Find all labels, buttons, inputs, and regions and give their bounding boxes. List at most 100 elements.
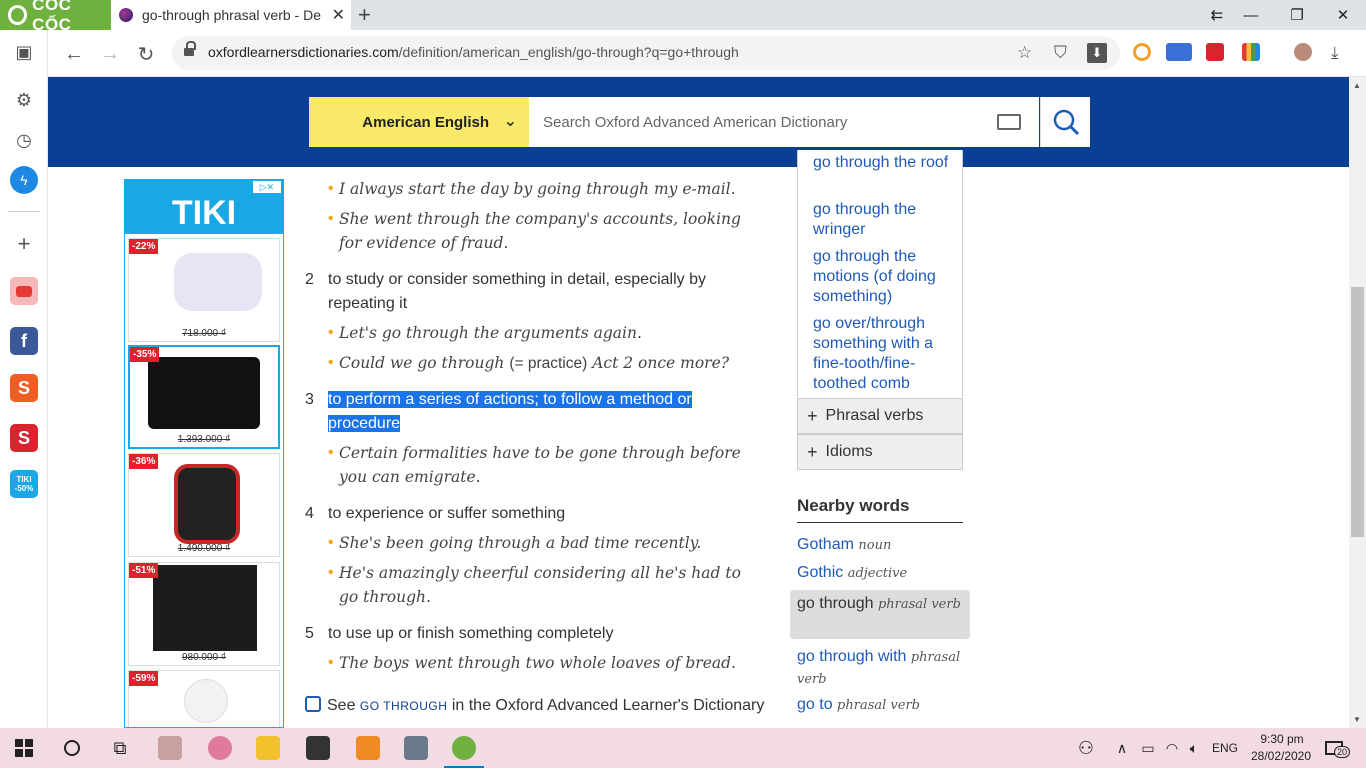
nearby-word-current-label[interactable]: go through phrasal verb bbox=[797, 593, 963, 615]
search-circle-icon[interactable] bbox=[58, 734, 86, 762]
language-indicator[interactable]: ENG bbox=[1212, 741, 1238, 755]
address-bar[interactable]: oxfordlearnersdictionaries.com/definitio… bbox=[172, 36, 1120, 70]
discount-badge: -35% bbox=[130, 347, 160, 362]
coccoc-extension-icon[interactable] bbox=[1133, 43, 1151, 61]
bookmark-star-icon[interactable]: ☆ bbox=[1017, 43, 1032, 63]
pdf-app-icon[interactable] bbox=[344, 728, 392, 768]
clock-date[interactable]: 28/02/2020 bbox=[1249, 749, 1313, 763]
profile-avatar[interactable] bbox=[1294, 43, 1312, 61]
restore-button[interactable]: ❐ bbox=[1274, 3, 1320, 27]
download-page-icon[interactable]: ⬇ bbox=[1087, 43, 1107, 63]
new-extension-icon[interactable] bbox=[1166, 43, 1192, 61]
example-sentence: • I always start the day by going through… bbox=[328, 180, 736, 198]
history-icon[interactable]: ◷ bbox=[10, 126, 38, 154]
ad-product-card[interactable]: -59% bbox=[128, 670, 280, 727]
sendo-icon[interactable]: S bbox=[10, 424, 38, 452]
ad-price: 980.000 ₫ bbox=[181, 652, 227, 663]
tiki-advertisement[interactable]: TIKI ▷✕ -22% 718.000 ₫ -35% 1.393.000 ₫ … bbox=[124, 179, 284, 728]
nearby-word-link[interactable]: Gothic adjective bbox=[797, 562, 963, 584]
close-tab-icon[interactable]: ✕ bbox=[332, 5, 345, 25]
search-input[interactable] bbox=[529, 97, 984, 147]
nearby-word-link[interactable]: go through with phrasal verb bbox=[797, 646, 963, 690]
taskbar-app[interactable] bbox=[146, 728, 194, 768]
coccoc-taskbar-icon[interactable] bbox=[440, 728, 488, 768]
active-tab[interactable]: go-through phrasal verb - De ✕ bbox=[111, 0, 351, 30]
sidebar-divider bbox=[8, 211, 40, 212]
close-window-button[interactable]: ✕ bbox=[1320, 3, 1366, 27]
youtube-icon[interactable] bbox=[10, 277, 38, 305]
sense-number: 5 bbox=[305, 625, 314, 642]
shield-icon[interactable]: ⛉ bbox=[1054, 43, 1067, 63]
active-tab-title: go-through phrasal verb - De bbox=[142, 7, 321, 23]
scroll-thumb[interactable] bbox=[1351, 287, 1364, 537]
people-icon[interactable]: ⚇ bbox=[1072, 734, 1100, 762]
dictionary-selector[interactable]: American English ⌄ bbox=[309, 97, 529, 147]
downloads-icon[interactable]: ⤓ bbox=[1331, 43, 1339, 63]
ad-price: 1.490.000 ₫ bbox=[177, 543, 231, 554]
scroll-down-icon[interactable]: ▼ bbox=[1353, 715, 1361, 724]
site-header: American English ⌄ bbox=[48, 77, 1349, 167]
back-button[interactable]: ← bbox=[60, 40, 88, 68]
reload-button[interactable]: ↻ bbox=[132, 40, 160, 68]
browser-tab-strip: CỐC CỐC go-through phrasal verb - De ✕ +… bbox=[0, 0, 1366, 34]
url-text[interactable]: oxfordlearnersdictionaries.com/definitio… bbox=[208, 44, 739, 60]
tiki-icon[interactable]: TIKI -50% bbox=[10, 470, 38, 498]
earbuds-image bbox=[174, 464, 240, 544]
facebook-icon[interactable]: f bbox=[10, 327, 38, 355]
color-extension-icon[interactable] bbox=[1242, 43, 1260, 61]
coccoc-menu-button[interactable]: CỐC CỐC bbox=[0, 0, 111, 34]
idiom-link[interactable]: go through the wringer bbox=[813, 200, 961, 240]
messenger-icon[interactable]: ϟ bbox=[10, 166, 38, 194]
new-tab-button[interactable]: + bbox=[358, 2, 371, 28]
windows-start-icon[interactable] bbox=[10, 734, 38, 762]
discount-badge: -51% bbox=[129, 563, 159, 578]
sense-definition: to experience or suffer something bbox=[328, 505, 566, 522]
idioms-accordion[interactable]: + Idioms bbox=[797, 434, 963, 470]
notifications-icon[interactable]: 20 bbox=[1320, 734, 1351, 762]
sense-number: 3 bbox=[305, 391, 314, 408]
ad-product-card[interactable]: -35% 1.393.000 ₫ bbox=[128, 345, 280, 449]
browser-sidebar: ▣ ⚙ ◷ ϟ + f S S TIKI -50% bbox=[0, 30, 48, 728]
idiom-link[interactable]: go through the motions (of doing somethi… bbox=[813, 247, 961, 307]
keyboard-icon[interactable] bbox=[997, 114, 1021, 130]
file-explorer-icon[interactable] bbox=[244, 728, 292, 768]
search-icon bbox=[1053, 109, 1080, 136]
clock-time[interactable]: 9:30 pm bbox=[1254, 732, 1310, 746]
dictionary-label: American English bbox=[362, 113, 489, 131]
volume-icon[interactable]: 🔈︎ bbox=[1180, 734, 1208, 762]
idioms-list: go through the roof go through the wring… bbox=[797, 150, 963, 397]
tray-chevron-icon[interactable]: ∧ bbox=[1108, 734, 1136, 762]
taskbar-app[interactable] bbox=[196, 728, 244, 768]
nearby-word-link[interactable]: Gotham noun bbox=[797, 534, 963, 556]
ad-choices-icon[interactable]: ▷✕ bbox=[253, 181, 281, 193]
see-also-link[interactable]: See GO THROUGH in the Oxford Advanced Le… bbox=[305, 694, 765, 718]
ad-product-card[interactable]: -36% 1.490.000 ₫ bbox=[128, 453, 280, 557]
phrasal-verbs-accordion[interactable]: + Phrasal verbs bbox=[797, 398, 963, 434]
idiom-link[interactable]: go through the roof bbox=[813, 153, 961, 173]
search-button[interactable] bbox=[1040, 97, 1090, 147]
panel-icon[interactable]: ▣ bbox=[10, 38, 38, 66]
sense-definition: to perform a series of actions; to follo… bbox=[328, 391, 692, 432]
settings-icon[interactable]: ⚙ bbox=[10, 86, 38, 114]
plus-icon: + bbox=[807, 441, 818, 462]
ad-product-card[interactable]: -22% 718.000 ₫ bbox=[128, 238, 280, 342]
scroll-up-icon[interactable]: ▲ bbox=[1353, 81, 1361, 90]
idiom-link[interactable]: go over/through something with a fine-to… bbox=[813, 314, 961, 394]
shopee-icon[interactable]: S bbox=[10, 374, 38, 402]
red-extension-icon[interactable] bbox=[1206, 43, 1224, 61]
nearby-word-link[interactable]: go to phrasal verb bbox=[797, 694, 963, 716]
nearby-words-heading: Nearby words bbox=[797, 496, 963, 523]
taskbar-app[interactable] bbox=[392, 728, 440, 768]
chevron-down-icon: ⌄ bbox=[503, 113, 517, 130]
add-icon[interactable]: + bbox=[10, 230, 38, 258]
task-view-icon[interactable]: ⧉ bbox=[106, 734, 134, 762]
example-sentence: • Could we go through (= practice) Act 2 … bbox=[328, 354, 730, 372]
minimize-button[interactable]: — bbox=[1228, 3, 1274, 27]
forward-button[interactable]: → bbox=[96, 40, 124, 68]
sense-definition: to use up or finish something completely bbox=[328, 625, 614, 642]
page-scrollbar[interactable]: ▲ ▼ bbox=[1349, 77, 1366, 728]
lock-icon[interactable] bbox=[184, 41, 196, 58]
example-sentence: • The boys went through two whole loaves … bbox=[328, 654, 736, 672]
ad-product-card[interactable]: -51% 980.000 ₫ bbox=[128, 562, 280, 666]
taskbar-app[interactable] bbox=[294, 728, 342, 768]
